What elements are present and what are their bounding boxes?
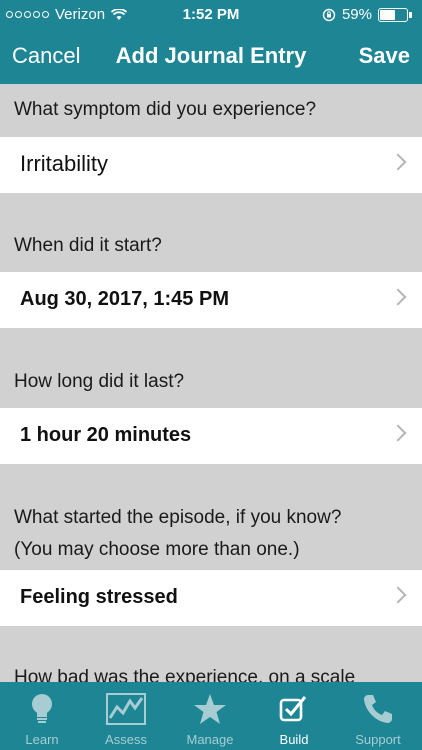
tab-bar: Learn Assess Manage Build Support: [0, 682, 422, 750]
journal-form[interactable]: What symptom did you experience? Irritab…: [0, 84, 422, 682]
status-bar: Verizon 1:52 PM 59%: [0, 0, 422, 30]
chevron-right-icon: [389, 288, 407, 306]
duration-question: How long did it last?: [14, 371, 185, 392]
start-time-value: Aug 30, 2017, 1:45 PM: [20, 288, 229, 310]
start-time-row[interactable]: Aug 30, 2017, 1:45 PM: [0, 272, 422, 328]
chart-icon: [106, 693, 146, 725]
tab-assess-label: Assess: [105, 732, 147, 747]
severity-question: How bad was the experience, on a scale: [14, 667, 356, 682]
chevron-right-icon: [389, 153, 407, 171]
tab-manage[interactable]: Manage: [168, 682, 252, 750]
rotation-lock-icon: [322, 8, 336, 21]
battery-tip: [409, 11, 412, 18]
trigger-row[interactable]: Feeling stressed: [0, 570, 422, 626]
chevron-right-icon: [389, 586, 407, 604]
symptom-question: What symptom did you experience?: [14, 99, 317, 120]
tab-assess[interactable]: Assess: [84, 682, 168, 750]
battery-level: [380, 9, 395, 20]
lightbulb-icon: [32, 694, 52, 723]
phone-icon: [364, 695, 392, 723]
symptom-row[interactable]: Irritability: [0, 137, 422, 193]
tab-build[interactable]: Build: [252, 682, 336, 750]
start-question: When did it start?: [14, 235, 162, 256]
tab-support[interactable]: Support: [336, 682, 420, 750]
star-icon: [194, 694, 226, 724]
duration-row[interactable]: 1 hour 20 minutes: [0, 408, 422, 464]
tab-learn-label: Learn: [25, 732, 59, 747]
trigger-question-line2: (You may choose more than one.): [14, 539, 300, 560]
tab-support-label: Support: [355, 732, 401, 747]
duration-value: 1 hour 20 minutes: [20, 424, 192, 446]
checkbox-icon: [279, 696, 307, 722]
battery-percent: 59%: [341, 6, 372, 23]
tab-learn[interactable]: Learn: [0, 682, 84, 750]
save-button[interactable]: Save: [359, 43, 410, 69]
trigger-question: What started the episode, if you know? (…: [14, 502, 408, 566]
chevron-right-icon: [389, 424, 407, 442]
status-right: 59%: [322, 6, 412, 23]
symptom-value: Irritability: [20, 151, 109, 176]
tab-manage-label: Manage: [186, 732, 234, 747]
battery-icon: [378, 7, 408, 22]
trigger-question-line1: What started the episode, if you know?: [14, 507, 342, 528]
navigation-bar: Cancel Add Journal Entry Save: [0, 30, 422, 84]
tab-build-label: Build: [279, 732, 309, 747]
trigger-value: Feeling stressed: [20, 586, 178, 608]
